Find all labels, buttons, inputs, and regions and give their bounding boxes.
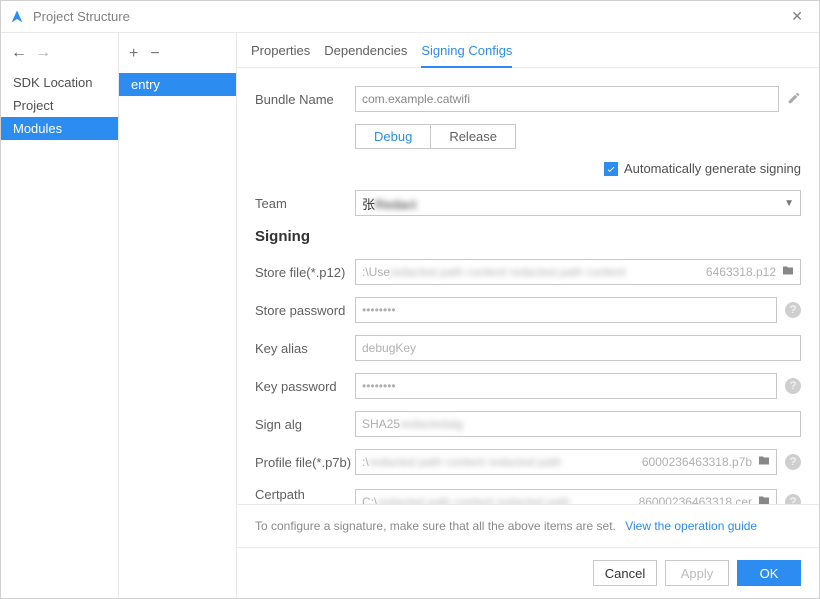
close-icon[interactable]: ✕ (783, 4, 811, 29)
row-key-alias: Key alias (255, 335, 801, 361)
row-store-password: Store password ? (255, 297, 801, 323)
dialog-title: Project Structure (33, 9, 783, 24)
ok-button[interactable]: OK (737, 560, 801, 586)
form: Bundle Name Debug Release (237, 68, 819, 504)
store-file-input[interactable]: :\Use redacted path content redacted pat… (355, 259, 801, 285)
label-certpath-file: Certpath file(*.cer) (255, 487, 355, 504)
module-item-entry[interactable]: entry (119, 73, 236, 96)
label-store-file: Store file(*.p12) (255, 265, 355, 280)
tab-dependencies[interactable]: Dependencies (324, 43, 407, 67)
label-sign-alg: Sign alg (255, 417, 355, 432)
dialog-body: ← → SDK Location Project Modules + − ent… (1, 33, 819, 598)
row-profile-file: Profile file(*.p7b) :\ redacted path con… (255, 449, 801, 475)
key-alias-input[interactable] (355, 335, 801, 361)
sign-alg-input[interactable]: SHA25redactedalg (355, 411, 801, 437)
app-logo-icon (9, 9, 25, 25)
chevron-down-icon: ▼ (784, 198, 794, 209)
apply-button[interactable]: Apply (665, 560, 729, 586)
back-icon[interactable]: ← (11, 45, 27, 61)
row-key-password: Key password ? (255, 373, 801, 399)
module-toolbar: + − (119, 41, 236, 73)
team-dropdown[interactable]: 张Redact ▼ (355, 190, 801, 216)
signing-heading: Signing (255, 228, 801, 245)
label-profile-file: Profile file(*.p7b) (255, 455, 355, 470)
footer-text: To configure a signature, make sure that… (255, 519, 616, 533)
sidebar-left: ← → SDK Location Project Modules (1, 33, 119, 598)
remove-module-icon[interactable]: − (150, 45, 159, 63)
label-key-password: Key password (255, 379, 355, 394)
footer-note: To configure a signature, make sure that… (237, 504, 819, 547)
folder-icon[interactable] (757, 455, 771, 470)
sidebar-item-project[interactable]: Project (1, 94, 118, 117)
help-icon[interactable]: ? (785, 494, 801, 504)
forward-icon[interactable]: → (35, 45, 51, 61)
label-key-alias: Key alias (255, 341, 355, 356)
module-list: + − entry (119, 33, 237, 598)
auto-sign-checkbox[interactable] (604, 162, 618, 176)
tab-properties[interactable]: Properties (251, 43, 310, 67)
add-module-icon[interactable]: + (129, 45, 138, 63)
build-type-segment: Debug Release (355, 124, 516, 149)
sidebar-item-sdk-location[interactable]: SDK Location (1, 71, 118, 94)
label-team: Team (255, 196, 355, 211)
row-team: Team 张Redact ▼ (255, 190, 801, 216)
main-panel: Properties Dependencies Signing Configs … (237, 33, 819, 598)
row-auto-sign: Automatically generate signing (255, 161, 801, 176)
nav-history: ← → (1, 41, 118, 71)
row-certpath-file: Certpath file(*.cer) C:\ redacted path c… (255, 487, 801, 504)
operation-guide-link[interactable]: View the operation guide (625, 519, 757, 533)
build-type-debug[interactable]: Debug (356, 125, 431, 148)
build-type-release[interactable]: Release (431, 125, 515, 148)
label-bundle-name: Bundle Name (255, 92, 355, 107)
folder-icon[interactable] (781, 265, 795, 280)
row-store-file: Store file(*.p12) :\Use redacted path co… (255, 259, 801, 285)
edit-icon[interactable] (787, 91, 801, 108)
folder-icon[interactable] (757, 495, 771, 505)
label-store-password: Store password (255, 303, 355, 318)
row-build-type: Debug Release (255, 124, 801, 149)
dialog-buttons: Cancel Apply OK (237, 547, 819, 598)
tabs: Properties Dependencies Signing Configs (237, 33, 819, 68)
help-icon[interactable]: ? (785, 454, 801, 470)
tab-signing-configs[interactable]: Signing Configs (421, 43, 512, 68)
bundle-name-input[interactable] (355, 86, 779, 112)
help-icon[interactable]: ? (785, 378, 801, 394)
auto-sign-label: Automatically generate signing (624, 161, 801, 176)
titlebar: Project Structure ✕ (1, 1, 819, 33)
row-bundle-name: Bundle Name (255, 86, 801, 112)
store-password-input[interactable] (355, 297, 777, 323)
certpath-file-input[interactable]: C:\ redacted path content redacted path … (355, 489, 777, 504)
dialog-window: Project Structure ✕ ← → SDK Location Pro… (0, 0, 820, 599)
cancel-button[interactable]: Cancel (593, 560, 657, 586)
row-sign-alg: Sign alg SHA25redactedalg (255, 411, 801, 437)
help-icon[interactable]: ? (785, 302, 801, 318)
profile-file-input[interactable]: :\ redacted path content redacted path 6… (355, 449, 777, 475)
team-value: 张 (362, 197, 375, 212)
key-password-input[interactable] (355, 373, 777, 399)
sidebar-item-modules[interactable]: Modules (1, 117, 118, 140)
